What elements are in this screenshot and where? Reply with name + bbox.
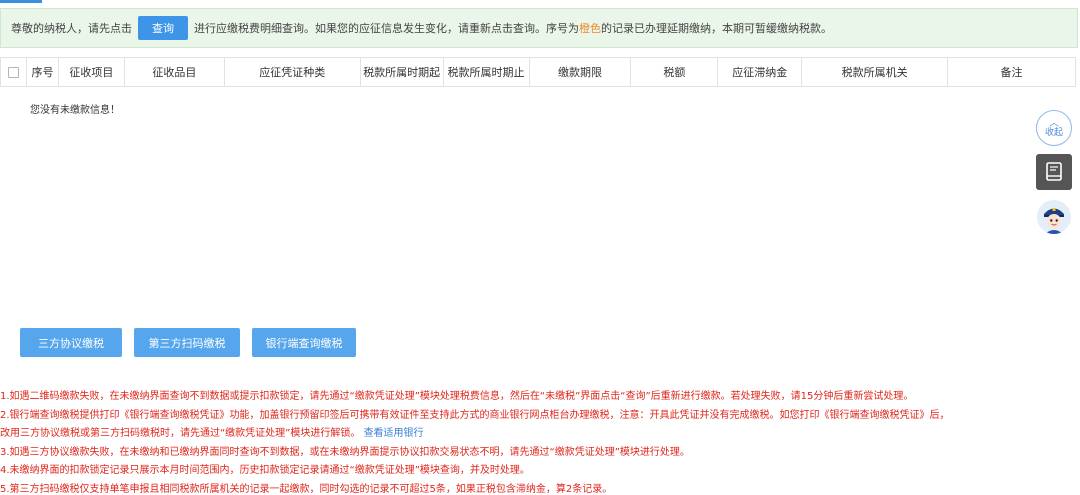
notice-highlight: 橙色 bbox=[579, 22, 601, 35]
note-1: 1.如遇二维码缴款失败，在未缴纳界面查询不到数据或提示扣款锁定，请先通过“缴款凭… bbox=[0, 391, 914, 402]
notice-suffix: 的记录已办理延期缴纳，本期可暂缓缴纳税款。 bbox=[601, 22, 832, 35]
book-button[interactable] bbox=[1036, 154, 1072, 190]
column-header: 应征滞纳金 bbox=[718, 58, 803, 86]
notice-middle: 进行应缴税费明细查询。如果您的应征信息发生变化，请重新点击查询。序号为 bbox=[194, 22, 579, 35]
note-2-continued: 改用三方协议缴税或第三方扫码缴税时，请先通过“缴款凭证处理”模块进行解锁。 查看… bbox=[0, 425, 1076, 444]
column-header: 备注 bbox=[1000, 66, 1023, 79]
third-party-scan-pay-button[interactable]: 第三方扫码缴税 bbox=[134, 328, 240, 357]
column-header: 缴款期限 bbox=[530, 58, 632, 86]
column-header: 征收项目 bbox=[59, 58, 125, 86]
column-header: 应征凭证种类 bbox=[225, 58, 361, 86]
view-applicable-banks-link[interactable]: 查看适用银行 bbox=[364, 428, 424, 439]
payment-actions: 三方协议缴税 第三方扫码缴税 银行端查询缴税 bbox=[20, 328, 356, 357]
notice-prefix: 尊敬的纳税人，请先点击 bbox=[11, 22, 132, 35]
police-avatar-icon bbox=[1037, 200, 1071, 234]
chevron-up-icon: ︿ bbox=[1049, 117, 1059, 129]
note-5: 5.第三方扫码缴税仅支持单笔申报且相同税款所属机关的记录一起缴款，同时勾选的记录… bbox=[0, 483, 613, 495]
book-icon bbox=[1046, 162, 1062, 181]
note-3: 3.如遇三方协议缴款失败，在未缴纳和已缴纳界面同时查询不到数据，或在未缴纳界面提… bbox=[0, 446, 690, 458]
select-all-checkbox[interactable] bbox=[7, 66, 19, 78]
collapse-button[interactable]: ︿ 收起 bbox=[1036, 110, 1072, 146]
column-header: 税款所属时期止 bbox=[444, 58, 530, 86]
note-4: 4.未缴纳界面的扣款锁定记录只展示本月时间范围内，历史扣款锁定记录请通过“缴款凭… bbox=[0, 465, 530, 476]
column-header: 序号 bbox=[27, 58, 59, 86]
query-button[interactable]: 查询 bbox=[138, 16, 188, 40]
note-2: 2.银行端查询缴税提供打印《银行端查询缴税凭证》功能，加盖银行预留印签后可携带有… bbox=[0, 409, 950, 421]
column-header: 税款所属机关 bbox=[802, 58, 949, 86]
notice-banner: 尊敬的纳税人，请先点击 查询 进行应缴税费明细查询。如果您的应征信息发生变化，请… bbox=[0, 8, 1078, 48]
column-header: 税款所属时期起 bbox=[361, 58, 444, 86]
top-tab-indicator bbox=[0, 0, 42, 3]
bank-query-pay-button[interactable]: 银行端查询缴税 bbox=[252, 328, 356, 357]
note-2-text: 改用三方协议缴税或第三方扫码缴税时，请先通过“缴款凭证处理”模块进行解锁。 bbox=[0, 428, 361, 439]
instructions-notes: 1.如遇二维码缴款失败，在未缴纳界面查询不到数据或提示扣款锁定，请先通过“缴款凭… bbox=[0, 388, 1076, 495]
collapse-label: 收起 bbox=[1044, 127, 1063, 138]
column-header: 征收品目 bbox=[125, 58, 225, 86]
column-header: 税额 bbox=[631, 58, 719, 86]
tax-table-header: 序号 征收项目 征收品目 应征凭证种类 税款所属时期起 税款所属时期止 缴款期限… bbox=[0, 57, 1076, 87]
tripartite-agreement-pay-button[interactable]: 三方协议缴税 bbox=[20, 328, 122, 357]
select-all-cell bbox=[1, 58, 27, 86]
empty-table-message: 您没有未缴款信息！ bbox=[30, 105, 120, 116]
assistant-avatar-button[interactable] bbox=[1037, 200, 1071, 234]
